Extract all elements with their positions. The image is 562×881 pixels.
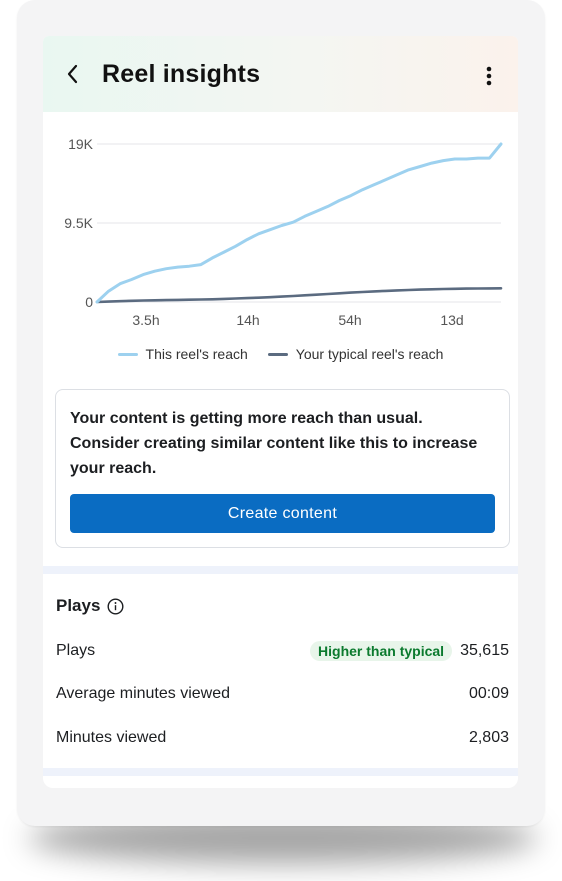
average-minutes-value: 00:09	[468, 685, 509, 702]
status-badge: Higher than typical	[310, 641, 453, 661]
header-bar: Reel insights	[43, 36, 518, 112]
minutes-viewed-label: Minutes viewed	[56, 729, 167, 746]
minutes-viewed-value: 2,803	[468, 729, 509, 746]
plays-label: Plays	[56, 642, 96, 659]
reach-chart: 19K 9.5K 0 3.5h 14h 54h 13d	[64, 136, 503, 328]
chevron-left-icon	[67, 64, 78, 84]
minutes-viewed-row: Minutes viewed 2,803	[56, 726, 509, 750]
legend-item-this-reel: This reel's reach	[117, 346, 248, 362]
page-title: Reel insights	[102, 60, 261, 88]
x-tick-label: 13d	[440, 312, 463, 328]
section-divider	[43, 566, 518, 574]
reach-suggestion-card: Your content is getting more reach than …	[55, 389, 510, 548]
legend-swatch-typical-reel	[267, 352, 288, 356]
series-line-typical-reel	[95, 287, 503, 304]
y-tick-label: 9.5K	[64, 215, 93, 231]
plays-section-header: Plays	[56, 596, 124, 616]
legend-swatch-this-reel	[117, 352, 138, 356]
y-tick-label: 19K	[68, 136, 94, 152]
average-minutes-label: Average minutes viewed	[56, 685, 231, 702]
suggestion-message: Your content is getting more reach than …	[70, 410, 478, 477]
chart-legend: This reel's reach Your typical reel's re…	[43, 344, 518, 364]
plays-value: 35,615	[460, 642, 509, 659]
average-minutes-row: Average minutes viewed 00:09	[56, 682, 509, 706]
x-tick-label: 14h	[236, 312, 259, 328]
legend-label-this-reel: This reel's reach	[145, 346, 248, 362]
info-icon[interactable]	[107, 597, 124, 615]
screen: Reel insights 19K 9.5K 0 3.5h 14h 54h 13d This…	[43, 36, 518, 788]
plays-right: Higher than typical 35,615	[310, 641, 509, 661]
vertical-ellipsis-icon	[486, 66, 492, 86]
x-tick-label: 54h	[338, 312, 361, 328]
create-content-button[interactable]: Create content	[70, 494, 495, 533]
legend-label-typical-reel: Your typical reel's reach	[295, 346, 444, 362]
legend-item-typical-reel: Your typical reel's reach	[267, 346, 444, 362]
y-tick-label: 0	[85, 294, 93, 310]
back-button[interactable]	[61, 62, 85, 86]
section-divider-bottom	[43, 768, 518, 776]
plays-row: Plays Higher than typical 35,615	[56, 639, 509, 663]
more-options-button[interactable]	[479, 64, 499, 88]
plays-section-title: Plays	[56, 596, 101, 615]
x-tick-label: 3.5h	[132, 312, 159, 328]
